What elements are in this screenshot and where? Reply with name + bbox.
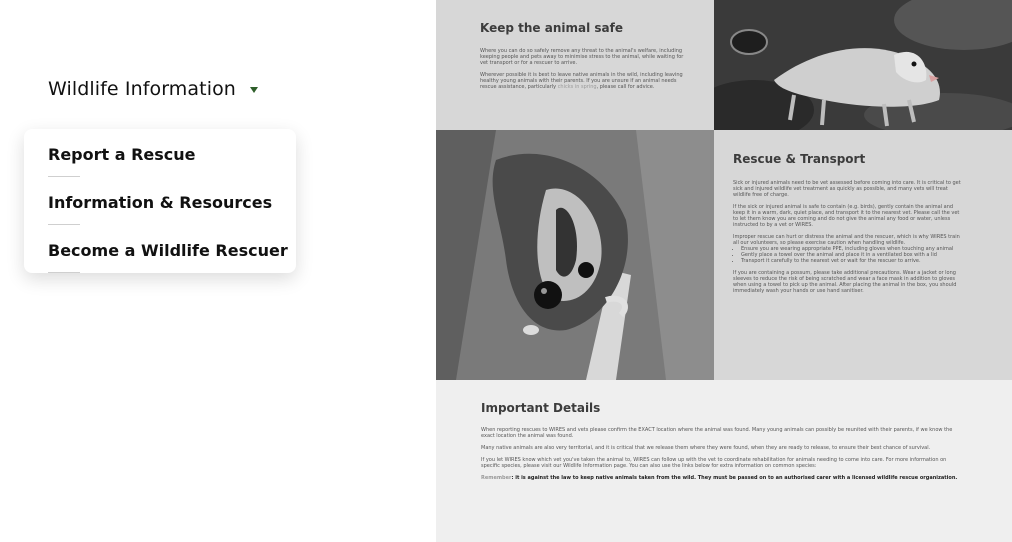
important-details-text: When reporting rescues to WIRES and vets…: [481, 427, 961, 487]
important-remember: Remember: it is against the law to keep …: [481, 475, 961, 481]
menu-divider: [48, 176, 80, 177]
rescue-p3: Improper rescue can hurt or distress the…: [733, 234, 960, 246]
nav-wildlife-information[interactable]: Wildlife Information: [48, 78, 258, 100]
glider-photo: [436, 130, 714, 380]
remember-label: Remember: [481, 475, 512, 481]
menu-divider: [48, 224, 80, 225]
important-p1: When reporting rescues to WIRES and vets…: [481, 427, 953, 439]
rescue-bullet: Transport it carefully to the nearest ve…: [741, 258, 963, 264]
keep-safe-p1: Where you can do so safely remove any th…: [480, 48, 684, 66]
chicks-link[interactable]: chicks in spring: [558, 84, 597, 90]
menu-item-report-rescue[interactable]: Report a Rescue: [48, 145, 196, 164]
keep-safe-title: Keep the animal safe: [480, 21, 623, 35]
rescue-bullets: Ensure you are wearing appropriate PPE, …: [733, 246, 963, 264]
nav-title-label: Wildlife Information: [48, 78, 236, 100]
info-document: Keep the animal safe Where you can do so…: [436, 0, 1012, 542]
rescue-p4: If you are containing a possum, please t…: [733, 270, 957, 294]
important-p2: Many native animals are also very territ…: [481, 445, 931, 451]
dropdown-menu: Report a Rescue Information & Resources …: [24, 129, 296, 273]
important-details-panel: Important Details When reporting rescues…: [436, 380, 1012, 542]
rescue-transport-panel: Rescue & Transport Sick or injured anima…: [714, 130, 1012, 380]
rescue-p2: If the sick or injured animal is safe to…: [733, 204, 960, 228]
keep-safe-p2-b: , please call for advice.: [596, 84, 655, 90]
keep-safe-p2: Wherever possible it is best to leave na…: [480, 72, 692, 90]
chevron-down-icon: [249, 87, 258, 93]
important-p3: If you let WIRES know which vet you've t…: [481, 457, 947, 469]
possum-photo: [714, 0, 1012, 130]
rescue-transport-text: Sick or injured animals need to be vet a…: [733, 180, 963, 300]
keep-safe-panel: Keep the animal safe Where you can do so…: [436, 0, 714, 130]
menu-item-become-rescuer[interactable]: Become a Wildlife Rescuer: [48, 241, 288, 260]
remember-text: : it is against the law to keep native a…: [511, 475, 958, 481]
keep-safe-text: Where you can do so safely remove any th…: [480, 48, 692, 96]
menu-divider: [48, 272, 80, 273]
menu-item-information-resources[interactable]: Information & Resources: [48, 193, 272, 212]
rescue-p1: Sick or injured animals need to be vet a…: [733, 180, 961, 198]
rescue-transport-title: Rescue & Transport: [733, 152, 866, 166]
important-details-title: Important Details: [481, 401, 601, 415]
